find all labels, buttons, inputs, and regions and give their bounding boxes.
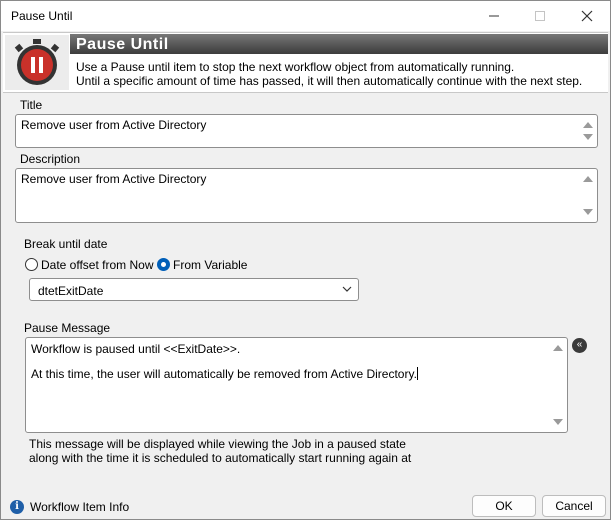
description-label: Description [20,152,81,166]
pause-message-field[interactable]: Workflow is paused until <<ExitDate>>. A… [25,337,568,433]
maximize-button[interactable] [517,1,563,31]
cancel-button[interactable]: Cancel [542,495,606,517]
banner-heading: Pause Until [76,36,169,53]
logo-panel [5,35,69,90]
chevron-down-icon [342,286,352,292]
minimize-button[interactable] [471,1,517,31]
from-variable-radio[interactable] [157,258,170,271]
stopwatch-pause-icon [14,39,60,85]
break-until-label: Break until date [24,237,108,251]
collapse-double-chevron-icon[interactable]: « [572,338,587,353]
title-field[interactable]: Remove user from Active Directory [15,114,598,148]
info-icon[interactable]: i [10,500,24,514]
scroll-down-icon[interactable] [583,134,593,140]
title-value: Remove user from Active Directory [21,118,207,132]
text-caret [416,367,418,380]
pause-message-line-2: At this time, the user will automaticall… [31,367,418,381]
ok-button[interactable]: OK [472,495,536,517]
window-title: Pause Until [11,9,73,23]
pause-message-hint-line-2: along with the time it is scheduled to a… [29,451,412,465]
scroll-down-icon[interactable] [553,419,563,425]
date-offset-label[interactable]: Date offset from Now [41,258,154,272]
date-offset-radio[interactable] [25,258,38,271]
header-banner: Pause Until Use a Pause until item to st… [3,32,608,93]
pause-until-dialog: Pause Until Pause Until Use a Pause unti… [0,0,611,520]
close-icon [581,10,593,22]
minimize-icon [489,15,499,17]
description-field[interactable]: Remove user from Active Directory [15,168,598,223]
description-scrollbar[interactable] [580,170,596,221]
pause-message-line-1: Workflow is paused until <<ExitDate>>. [31,342,241,356]
workflow-item-info-link[interactable]: Workflow Item Info [30,500,129,514]
scroll-down-icon[interactable] [583,209,593,215]
banner-description-line-2: Until a specific amount of time has pass… [76,74,583,88]
title-scrollbar[interactable] [580,116,596,146]
maximize-icon [535,11,545,21]
from-variable-label[interactable]: From Variable [173,258,247,272]
variable-select[interactable]: dtetExitDate [29,278,359,301]
title-bar: Pause Until [1,1,610,31]
scroll-up-icon[interactable] [583,122,593,128]
close-button[interactable] [564,1,610,31]
pause-message-label: Pause Message [24,321,111,335]
variable-select-value: dtetExitDate [38,284,104,298]
title-label: Title [20,98,43,112]
pause-message-hint-line-1: This message will be displayed while vie… [29,437,406,451]
scroll-up-icon[interactable] [583,176,593,182]
banner-heading-bar: Pause Until [70,34,608,54]
banner-description-line-1: Use a Pause until item to stop the next … [76,60,515,74]
pause-message-scrollbar[interactable] [550,339,566,431]
scroll-up-icon[interactable] [553,345,563,351]
description-value: Remove user from Active Directory [21,172,207,186]
